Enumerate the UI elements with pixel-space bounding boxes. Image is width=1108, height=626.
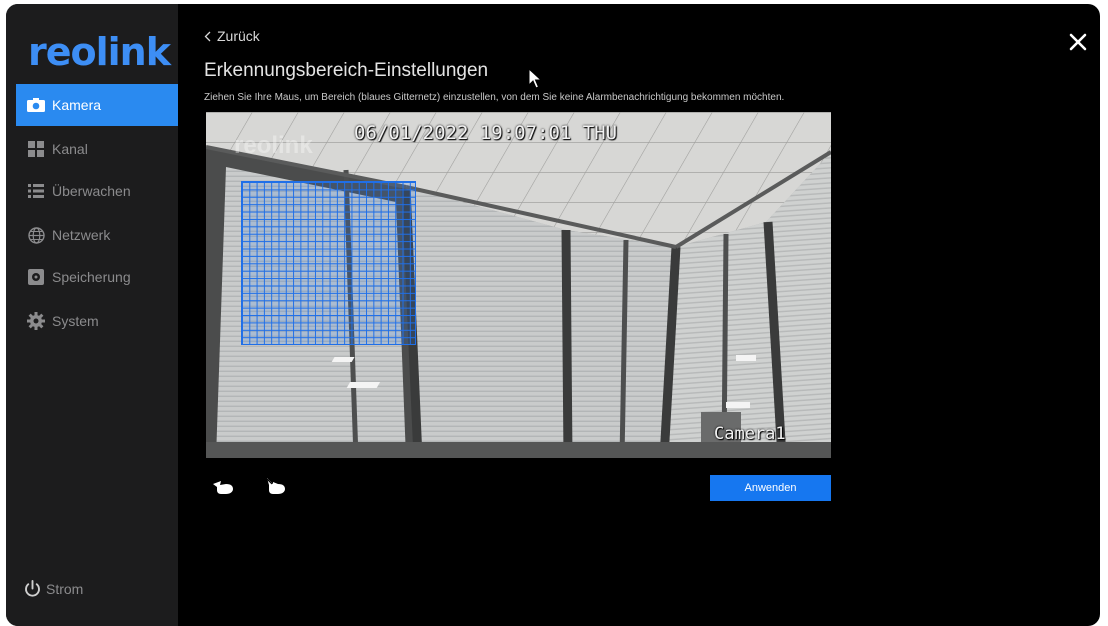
camera-icon [26,95,46,115]
sidebar-item-system[interactable]: System [16,300,178,342]
page-title: Erkennungsbereich-Einstellungen [204,60,489,81]
power-label: Strom [46,581,84,597]
erase-area-button[interactable] [264,476,288,496]
power-icon [24,580,41,598]
video-timestamp: 06/01/2022 19:07:01 THU [354,122,618,144]
sidebar-item-label: Speicherung [52,269,131,285]
sidebar-item-ueberwachen[interactable]: Überwachen [16,170,178,212]
back-link[interactable]: Zurück [204,28,260,44]
sidebar-item-label: Netzwerk [52,227,111,243]
mouse-pointer-icon [528,67,543,95]
app-window: reolink Kamera Kanal Überwachen Netzwerk [6,4,1100,626]
page-instructions: Ziehen Sie Ihre Maus, um Bereich (blaues… [204,92,785,103]
sidebar-item-netzwerk[interactable]: Netzwerk [16,214,178,256]
list-icon [26,181,46,201]
sidebar: reolink Kamera Kanal Überwachen Netzwerk [6,4,178,626]
apply-button[interactable]: Anwenden [710,475,831,501]
camera-preview[interactable]: reolink 06/01/2022 19:07:01 THU Camera1 [206,112,831,458]
gear-icon [26,311,46,331]
video-watermark: reolink [234,132,313,159]
grid-icon [26,139,46,159]
erase-area-icon [266,478,285,494]
sidebar-item-label: System [52,313,99,329]
sidebar-item-kamera[interactable]: Kamera [16,84,178,126]
power-button[interactable]: Strom [24,580,83,598]
sidebar-item-speicherung[interactable]: Speicherung [16,256,178,298]
detection-area-grid[interactable] [241,181,416,345]
back-label: Zurück [217,28,260,44]
chevron-left-icon [204,31,211,42]
globe-icon [26,225,46,245]
reolink-logo: reolink [28,30,171,74]
sidebar-item-label: Überwachen [52,183,131,199]
sidebar-item-label: Kamera [52,97,102,113]
sidebar-item-kanal[interactable]: Kanal [16,128,178,170]
close-icon [1069,33,1087,51]
draw-area-icon [213,481,233,494]
storage-icon [26,267,46,287]
close-button[interactable] [1066,30,1090,54]
draw-area-button[interactable] [211,476,235,496]
sidebar-item-label: Kanal [52,141,88,157]
video-camera-name: Camera1 [714,424,786,444]
